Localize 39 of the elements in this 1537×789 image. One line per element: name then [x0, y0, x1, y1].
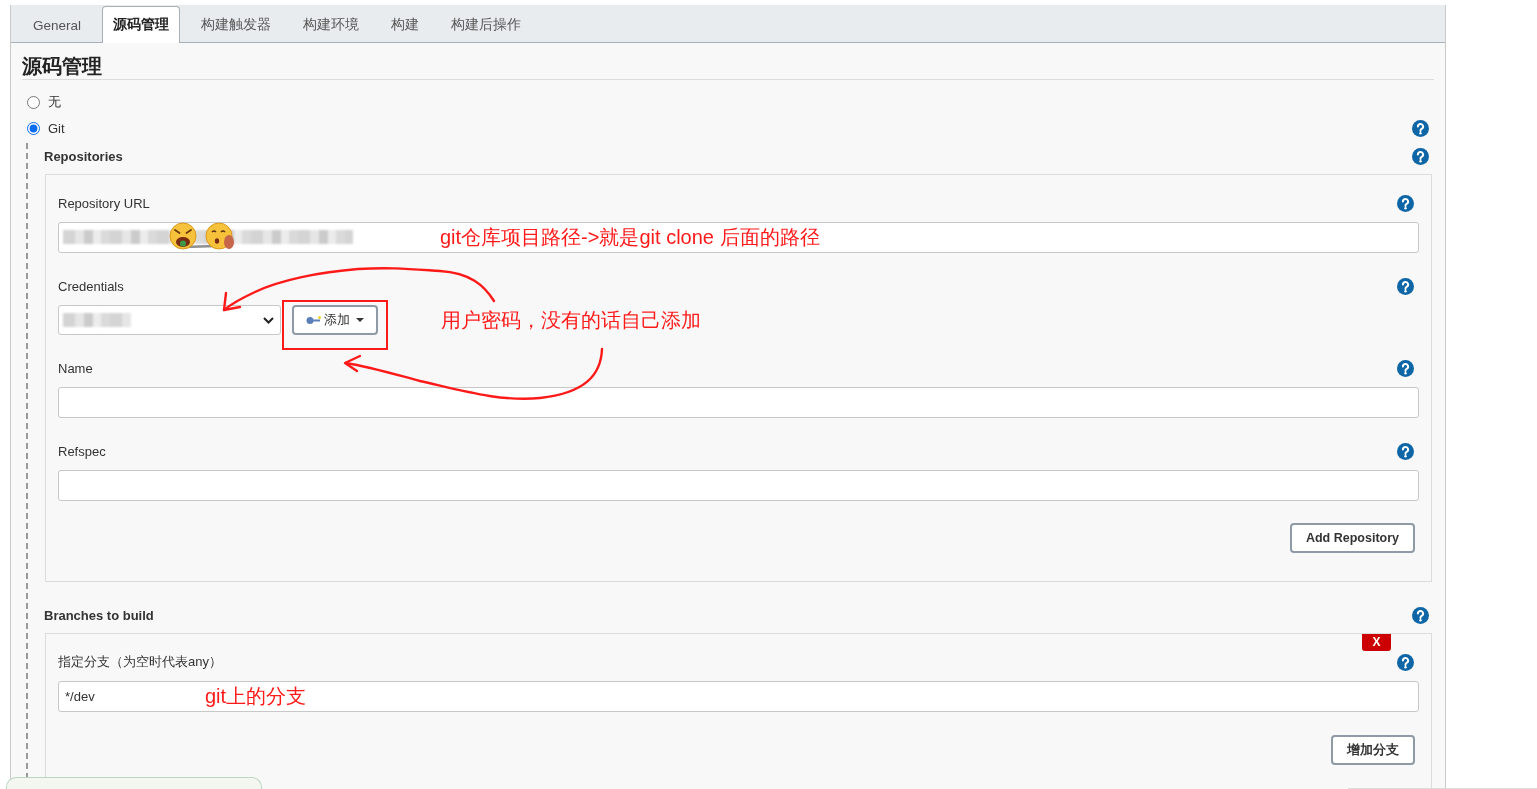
field-label: Refspec	[58, 443, 106, 459]
tab[interactable]: General	[22, 6, 93, 43]
help-icon[interactable]	[1397, 653, 1414, 671]
tab[interactable]: 构建后操作	[440, 6, 533, 43]
radio-button[interactable]	[27, 95, 40, 109]
help-icon[interactable]	[1397, 277, 1414, 295]
field-label: Name	[58, 360, 93, 376]
field-label: Credentials	[58, 278, 124, 294]
help-icon[interactable]	[1412, 147, 1429, 165]
section-label: Branches to build	[44, 607, 154, 623]
field-label: Repository URL	[58, 195, 150, 211]
help-icon[interactable]	[1412, 606, 1429, 624]
tab[interactable]: 构建环境	[292, 6, 371, 43]
add-repository-button[interactable]: Add Repository	[1289, 523, 1415, 553]
section-label: Repositories	[44, 148, 123, 164]
annotation-text: git上的分支	[205, 684, 307, 708]
help-icon[interactable]	[1397, 194, 1414, 212]
chevron-down-icon	[263, 316, 274, 324]
radio-label[interactable]: 无	[48, 93, 61, 111]
tab[interactable]: 源码管理	[102, 6, 181, 43]
add-branch-button[interactable]: 增加分支	[1331, 735, 1415, 765]
add-credentials-button[interactable]: 添加	[292, 305, 378, 335]
radio-label[interactable]: Git	[48, 120, 65, 136]
tab[interactable]: 构建触发器	[190, 6, 283, 43]
text-field[interactable]	[58, 387, 1419, 418]
help-icon[interactable]	[1397, 442, 1414, 460]
delete-button[interactable]: X	[1362, 634, 1391, 651]
help-icon[interactable]	[1397, 359, 1414, 377]
annotation-text: git仓库项目路径->就是git clone 后面的路径	[440, 225, 820, 249]
radio-button[interactable]	[27, 121, 40, 135]
section-title: 源码管理	[22, 53, 1434, 80]
caret-down-icon	[356, 318, 364, 322]
field-label: 指定分支（为空时代表any）	[58, 653, 222, 671]
annotation-text: 用户密码，没有的话自己添加	[441, 308, 701, 332]
emoji-sticker-icon	[169, 222, 237, 252]
tab[interactable]: 构建	[380, 6, 431, 43]
text-field[interactable]	[58, 470, 1419, 501]
help-icon[interactable]	[1412, 119, 1429, 137]
key-icon	[306, 315, 321, 325]
